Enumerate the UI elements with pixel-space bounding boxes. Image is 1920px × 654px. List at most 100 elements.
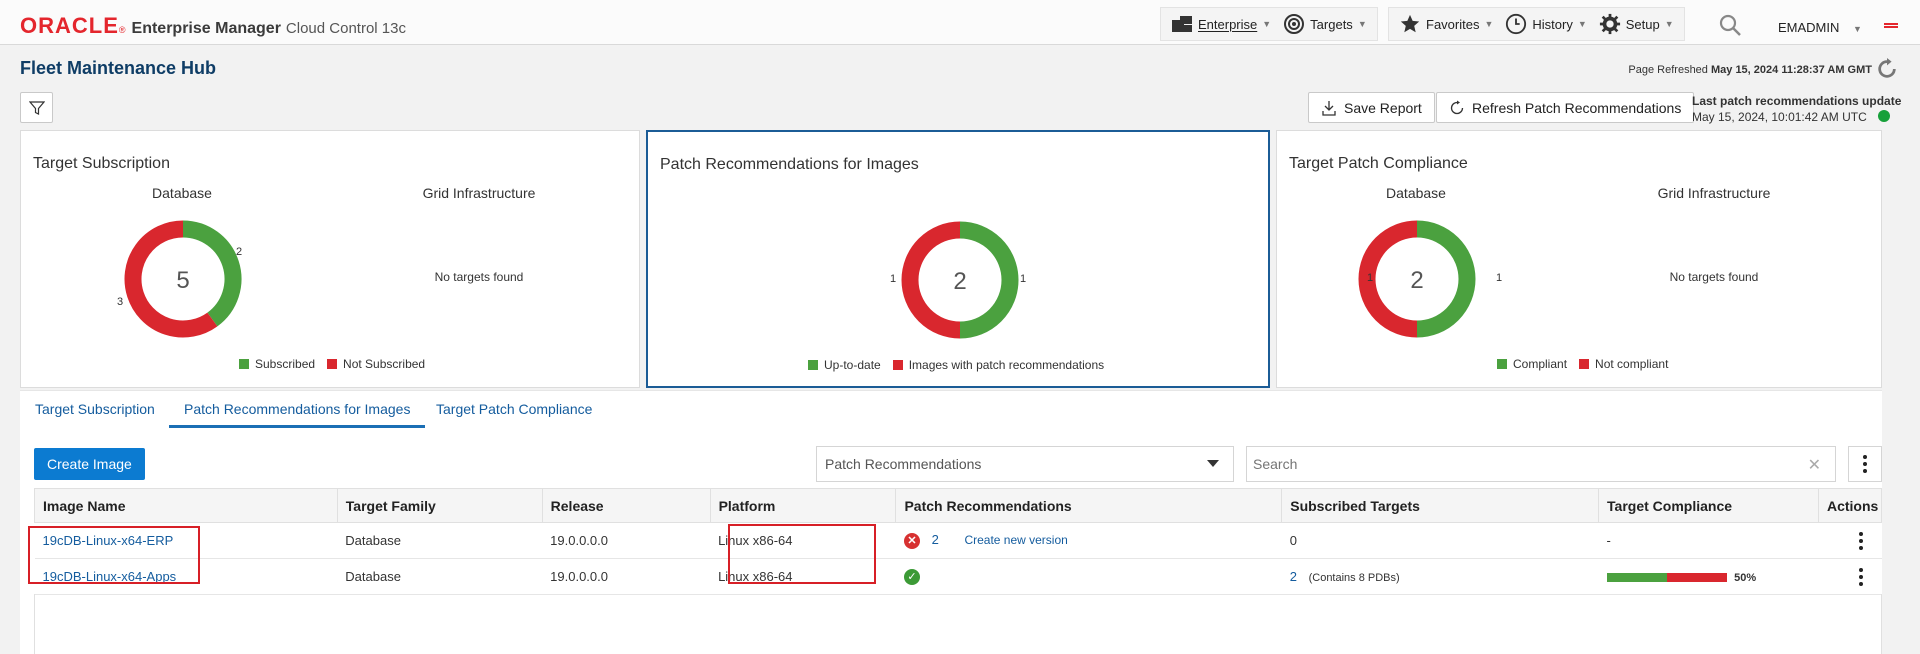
menu-favorites[interactable]: Favorites ▼ — [1399, 13, 1493, 35]
card-title: Patch Recommendations for Images — [660, 156, 919, 173]
col-target-family[interactable]: Target Family — [336, 488, 543, 523]
menu-setup-label: Setup — [1625, 16, 1660, 32]
donut-slice-up-to-date[interactable] — [959, 221, 1019, 339]
refresh-recommendations-label: Refresh Patch Recommendations — [1472, 99, 1682, 116]
card-patch-recommendations[interactable]: Patch Recommendations for Images 2 1 1 U… — [646, 130, 1270, 388]
table-row[interactable]: 19cDB-Linux-x64-Apps Database 19.0.0.0.0… — [34, 558, 1882, 595]
card-target-compliance[interactable]: Target Patch Compliance Database 2 1 1 G… — [1276, 130, 1882, 388]
chevron-down-icon: ▼ — [1357, 19, 1367, 29]
subscribed-targets: 0 — [1281, 522, 1599, 559]
donut-slice-compliant[interactable] — [1416, 220, 1476, 338]
card-title: Target Patch Compliance — [1289, 155, 1468, 172]
legend-item[interactable]: Not compliant — [1579, 357, 1668, 371]
not-compliant-count: 1 — [1367, 272, 1374, 284]
menu-history[interactable]: History ▼ — [1505, 13, 1587, 35]
search-icon[interactable] — [1718, 13, 1742, 37]
subscribed-count: 2 — [236, 246, 243, 258]
target-family: Database — [337, 558, 543, 595]
compliance-donut[interactable]: 2 — [1356, 218, 1478, 340]
patch-recommendations-cell: ✓ — [895, 558, 1282, 595]
clock-icon — [1506, 13, 1527, 35]
release: 19.0.0.0.0 — [542, 558, 711, 595]
donut-slice-not-subscribed[interactable] — [124, 220, 218, 338]
legend-item[interactable]: Subscribed — [239, 357, 315, 371]
col-patch-recommendations[interactable]: Patch Recommendations — [895, 488, 1283, 523]
chevron-down-icon: ▼ — [1484, 19, 1494, 29]
menu-enterprise[interactable]: Enterprise ▼ — [1171, 15, 1271, 33]
release: 19.0.0.0.0 — [542, 522, 711, 559]
filter-button[interactable] — [20, 92, 53, 123]
highlight-image-names — [28, 526, 200, 584]
table-row[interactable]: 19cDB-Linux-x64-ERP Database 19.0.0.0.0 … — [34, 522, 1882, 559]
col-release[interactable]: Release — [541, 488, 711, 523]
gear-icon — [1599, 13, 1620, 35]
compliance-percent: 50% — [1734, 572, 1757, 584]
subscribed-targets-cell: 2 (Contains 8 PDBs) — [1281, 558, 1599, 595]
tab-target-patch-compliance[interactable]: Target Patch Compliance — [436, 401, 592, 425]
donut-total: 5 — [176, 267, 189, 294]
menu-targets-label: Targets — [1310, 16, 1353, 32]
chevron-down-icon: ▼ — [1664, 19, 1674, 29]
col-platform[interactable]: Platform — [709, 488, 897, 523]
chevron-down-icon: ▼ — [1262, 19, 1272, 29]
no-targets-message: No targets found — [434, 270, 524, 284]
status-ok-indicator — [1878, 110, 1890, 122]
kebab-icon[interactable] — [1840, 531, 1881, 550]
user-name: EMADMIN — [1778, 20, 1840, 35]
flag-icon[interactable] — [1884, 23, 1898, 28]
menu-setup[interactable]: Setup ▼ — [1599, 13, 1674, 35]
star-icon — [1400, 14, 1420, 33]
page-refreshed-label: Page Refreshed — [1628, 64, 1708, 76]
brand[interactable]: ORACLE ® Enterprise Manager Cloud Contro… — [20, 13, 406, 39]
filter-icon — [28, 100, 45, 115]
legend-item[interactable]: Not Subscribed — [327, 357, 425, 371]
enterprise-icon — [1172, 16, 1192, 32]
col-target-compliance[interactable]: Target Compliance — [1598, 488, 1819, 523]
database-label: Database — [1386, 185, 1446, 201]
images-donut[interactable]: 2 — [899, 219, 1021, 341]
tab-target-subscription[interactable]: Target Subscription — [35, 401, 155, 425]
card-title: Target Subscription — [33, 155, 170, 172]
clear-icon[interactable]: ✕ — [1808, 455, 1821, 475]
refresh-icon[interactable] — [1876, 58, 1898, 80]
menu-targets[interactable]: Targets ▼ — [1283, 13, 1367, 35]
oracle-logo: ORACLE — [20, 13, 119, 38]
grid-infrastructure-label: Grid Infrastructure — [422, 185, 536, 201]
kebab-icon — [1863, 455, 1867, 473]
donut-slice-subscribed[interactable] — [182, 220, 242, 327]
card-target-subscription[interactable]: Target Subscription Database 5 2 3 Grid … — [20, 130, 640, 388]
legend-item[interactable]: Up-to-date — [808, 358, 881, 372]
no-targets-message: No targets found — [1669, 270, 1759, 284]
page-refreshed-value: May 15, 2024 11:28:37 AM GMT — [1710, 64, 1872, 76]
select-value: Patch Recommendations — [825, 456, 982, 472]
save-report-button[interactable]: Save Report — [1308, 92, 1435, 123]
tab-patch-recommendations[interactable]: Patch Recommendations for Images — [169, 401, 426, 428]
registered-mark: ® — [118, 25, 126, 35]
recommendations-count-link[interactable]: 2 — [932, 532, 939, 547]
menu-enterprise-label: Enterprise — [1198, 16, 1258, 32]
images-table: Image Name Target Family Release Platfor… — [34, 488, 1883, 595]
search-input[interactable] — [1247, 447, 1787, 481]
col-subscribed-targets[interactable]: Subscribed Targets — [1281, 488, 1600, 523]
last-update-info: Last patch recommendations update May 15… — [1692, 93, 1901, 125]
kebab-icon[interactable] — [1840, 567, 1881, 586]
refresh-recommendations-button[interactable]: Refresh Patch Recommendations — [1436, 92, 1695, 123]
create-image-button[interactable]: Create Image — [34, 448, 145, 480]
patch-recommendations-cell: ✕ 2 Create new version — [895, 522, 1282, 559]
legend-item[interactable]: Compliant — [1497, 357, 1567, 371]
up-to-date-count: 1 — [1020, 273, 1027, 285]
table-options-button[interactable] — [1848, 446, 1882, 482]
save-report-label: Save Report — [1344, 99, 1422, 116]
search-box: ✕ — [1246, 446, 1836, 482]
legend: Up-to-date Images with patch recommendat… — [808, 358, 1104, 372]
donut-total: 2 — [953, 268, 966, 295]
patch-recommendations-select[interactable]: Patch Recommendations — [816, 446, 1234, 482]
subscription-donut[interactable]: 5 — [122, 218, 244, 340]
tab-bar: Target Subscription Patch Recommendation… — [20, 390, 1882, 428]
col-image-name[interactable]: Image Name — [34, 488, 338, 523]
create-new-version-link[interactable]: Create new version — [964, 533, 1067, 547]
user-menu[interactable]: EMADMIN ▼ — [1778, 20, 1862, 35]
chevron-down-icon: ▼ — [1577, 19, 1587, 29]
subscribed-targets-link[interactable]: 2 — [1290, 569, 1297, 584]
legend-item[interactable]: Images with patch recommendations — [892, 358, 1104, 372]
